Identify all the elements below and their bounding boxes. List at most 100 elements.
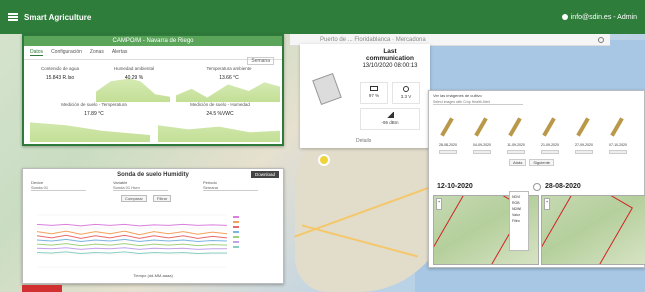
- period-select[interactable]: Semana: [247, 57, 274, 65]
- zoom-control[interactable]: +: [436, 198, 442, 210]
- tab-alertas[interactable]: Alertas: [112, 49, 128, 56]
- right-field-map[interactable]: +: [541, 195, 645, 265]
- series-line: [36, 247, 227, 250]
- probe-image: [440, 117, 454, 137]
- legend-swatch: [233, 226, 239, 229]
- metric-label: Medición de suelo - Humedad: [190, 102, 250, 107]
- metric-value: 40.29 %: [124, 75, 144, 81]
- signal-tile: -95 dBm: [360, 108, 420, 130]
- user-email: info@sdin.es - Admin: [570, 13, 637, 21]
- thumbnail-button[interactable]: [575, 150, 593, 154]
- metric-label: Contenido de agua: [40, 66, 80, 71]
- map-pin-icon[interactable]: [318, 154, 330, 166]
- battery-icon: [370, 86, 378, 91]
- thumbnail-button[interactable]: [609, 150, 627, 154]
- legend-swatch: [233, 241, 239, 244]
- image-thumbnail[interactable]: 27-09-2020: [573, 115, 595, 154]
- legend-swatch: [233, 221, 239, 224]
- thumbnail-button[interactable]: [541, 150, 559, 154]
- line-chart: [36, 214, 228, 268]
- metric-value: 13.66 °C: [219, 75, 239, 81]
- metric-sparkline: [30, 122, 150, 142]
- thumbnail-button[interactable]: [439, 150, 457, 154]
- metric-sparkline: [176, 82, 280, 102]
- app-title: Smart Agriculture: [24, 12, 92, 22]
- legend-swatch: [233, 246, 239, 249]
- compare-button[interactable]: Comparar: [121, 195, 147, 202]
- crop-images-title: Ver las imágenes de cultivo: [433, 93, 482, 98]
- legend-entry[interactable]: [233, 245, 241, 250]
- image-thumbnail[interactable]: 28-08-2020: [437, 115, 459, 154]
- image-thumbnail[interactable]: 21-09-2020: [539, 115, 561, 154]
- thumbnail-date: 07-10-2020: [609, 143, 627, 147]
- voltage-tile: 3.3 V: [392, 82, 420, 104]
- tab-configuracion[interactable]: Configuración: [51, 49, 82, 56]
- filter-button[interactable]: Filtrar: [153, 195, 172, 202]
- user-icon: [561, 14, 568, 20]
- tab-zonas[interactable]: Zonas: [90, 49, 104, 56]
- download-button[interactable]: Download: [250, 171, 279, 178]
- probe-image: [576, 117, 590, 137]
- alert-filter-field[interactable]: Select images with Crop Health Alert: [433, 100, 523, 105]
- device-image: [312, 73, 342, 105]
- x-axis-label: Tiempo (dd-MM-aaaa): [133, 273, 173, 278]
- chart-legend: [233, 215, 241, 250]
- thumbnail-button[interactable]: [507, 150, 525, 154]
- user-menu[interactable]: info@sdin.es - Admin: [561, 13, 637, 21]
- metric-soil-temperature: Medición de suelo - Temperatura 17.89 °C: [54, 102, 134, 117]
- variable-select[interactable]: Sonda 01 Hum: [113, 185, 168, 191]
- hamburger-menu-icon[interactable]: [8, 13, 18, 21]
- details-link[interactable]: Details: [356, 138, 371, 144]
- sensor-tabs: Datos Configuración Zonas Alertas: [24, 46, 282, 60]
- layer-selector[interactable]: NDVI RGB NDWI Valor Filtro: [509, 191, 529, 251]
- last-communication: Last communication 13/10/2020 08:00:13: [360, 48, 420, 69]
- image-thumbnail[interactable]: 11-09-2020: [505, 115, 527, 154]
- signal-value: -95 dBm: [381, 120, 399, 125]
- map-search-text: Puerto de ... Floridablanca · Mercadona: [320, 37, 426, 43]
- sensor-panel: CAMPO/M - Navarra de Riego Datos Configu…: [22, 34, 284, 146]
- tab-datos[interactable]: Datos: [30, 49, 44, 56]
- battery-tile: 97 %: [360, 82, 388, 104]
- thumbnail-date: 11-09-2020: [507, 143, 525, 147]
- probe-image: [508, 117, 522, 137]
- device-select[interactable]: Sonda 01: [31, 185, 86, 191]
- search-icon[interactable]: [598, 37, 604, 43]
- sensor-panel-header: CAMPO/M - Navarra de Riego: [24, 36, 282, 46]
- zoom-control[interactable]: +: [544, 198, 550, 210]
- last-communication-value: 13/10/2020 08:00:13: [362, 63, 418, 69]
- right-image-date: 28-08-2020: [545, 183, 581, 190]
- left-image-date: 12-10-2020: [437, 183, 473, 190]
- thumbnail-date: 28-08-2020: [439, 143, 457, 147]
- device-card: Last communication 13/10/2020 08:00:13 9…: [300, 44, 430, 148]
- thumbnail-date: 21-09-2020: [541, 143, 559, 147]
- voltage-icon: [403, 86, 409, 92]
- probe-image: [474, 117, 488, 137]
- layer-option[interactable]: Filtro: [512, 218, 526, 224]
- series-line: [36, 251, 227, 254]
- probe-image: [610, 117, 624, 137]
- probe-image: [542, 117, 556, 137]
- image-thumbnail[interactable]: 04-09-2020: [471, 115, 493, 154]
- period-filter-select[interactable]: Semana: [203, 185, 258, 191]
- field-boundary: [542, 196, 633, 264]
- prev-page-button[interactable]: Atrás: [509, 159, 527, 166]
- thumbnail-button[interactable]: [473, 150, 491, 154]
- signal-icon: [386, 112, 394, 118]
- metric-temperature: Temperatura ambiente 13.66 °C: [194, 66, 264, 81]
- close-icon[interactable]: [533, 183, 541, 191]
- metric-value: 15.843 R.Iso: [45, 75, 75, 81]
- image-thumbnail[interactable]: 07-10-2020: [607, 115, 629, 154]
- metric-value: 24.5 %VWC: [206, 111, 234, 117]
- chart-panel: Sonda de suelo Humidity Download Device …: [22, 168, 284, 284]
- battery-value: 97 %: [368, 93, 380, 98]
- crop-images-panel: Ver las imágenes de cultivo Select image…: [428, 90, 645, 268]
- legend-swatch: [233, 231, 239, 234]
- screen: Smart Agriculture info@sdin.es - Admin P…: [0, 0, 645, 292]
- series-line: [36, 223, 228, 227]
- legend-swatch: [233, 236, 239, 239]
- next-page-button[interactable]: Siguiente: [529, 159, 555, 166]
- status-badge: [22, 285, 62, 292]
- metric-label: Medición de suelo - Temperatura: [61, 102, 127, 107]
- thumbnail-date: 04-09-2020: [473, 143, 491, 147]
- voltage-value: 3.3 V: [400, 94, 412, 99]
